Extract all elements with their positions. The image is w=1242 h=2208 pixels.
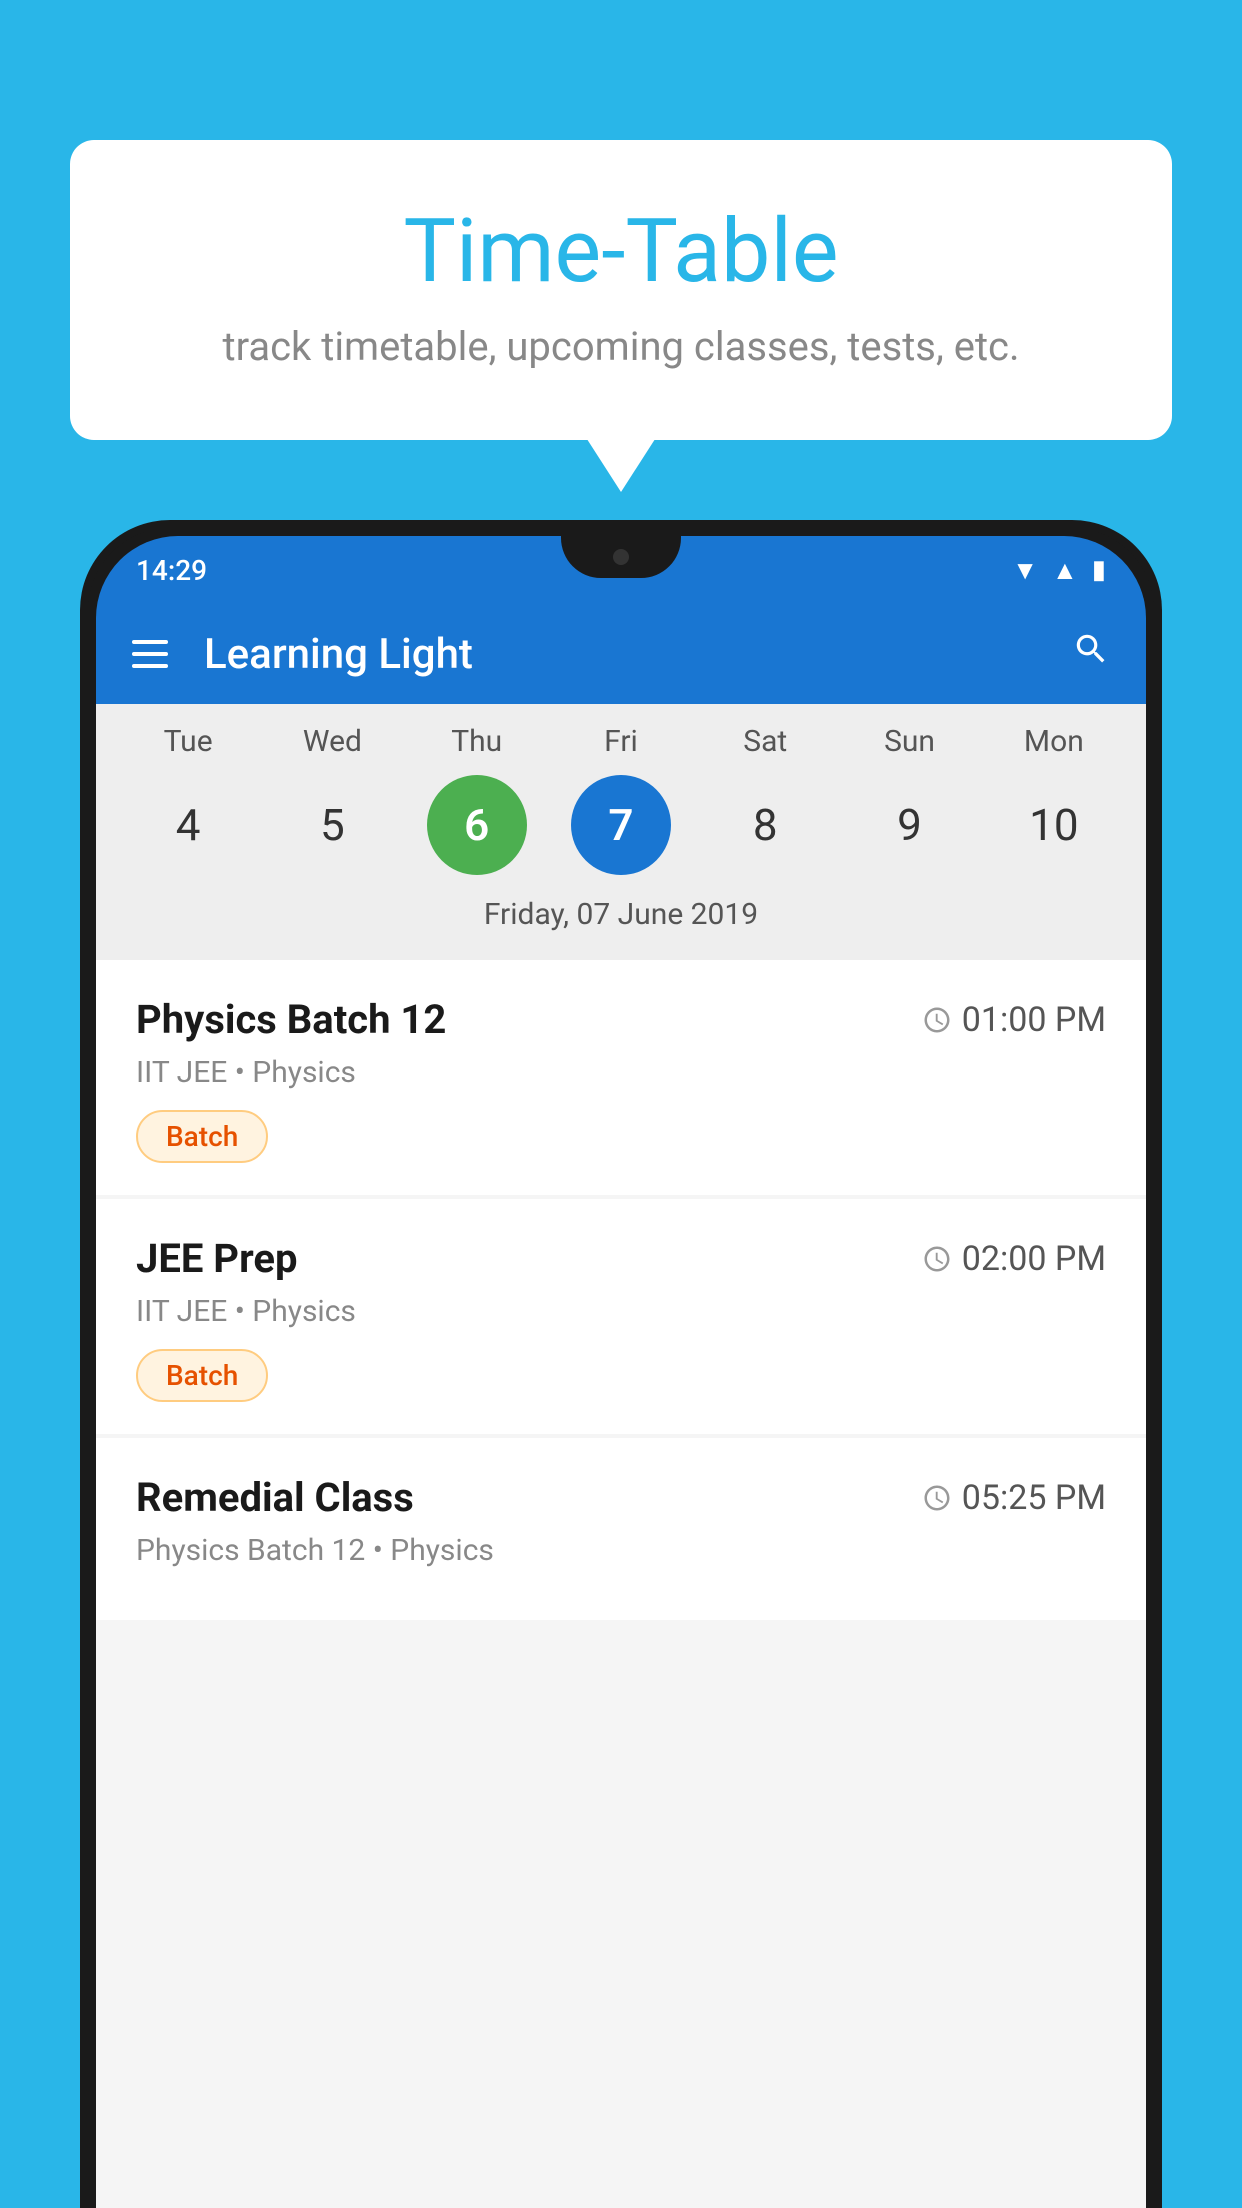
day-name-mon: Mon: [1004, 724, 1104, 759]
hamburger-line-3: [132, 664, 168, 668]
day-name-sun: Sun: [860, 724, 960, 759]
bubble-title: Time-Table: [150, 200, 1092, 303]
schedule-item-header-1: JEE Prep 02:00 PM: [136, 1235, 1106, 1282]
signal-icon: ▲: [1052, 555, 1078, 586]
day-name-tue: Tue: [138, 724, 238, 759]
day-names-row: Tue Wed Thu Fri Sat Sun Mon: [96, 724, 1146, 759]
schedule-item-header-0: Physics Batch 12 01:00 PM: [136, 996, 1106, 1043]
schedule-time-0: 01:00 PM: [922, 1000, 1106, 1040]
day-number-10[interactable]: 10: [1004, 775, 1104, 875]
schedule-item-0[interactable]: Physics Batch 12 01:00 PM IIT JEE • Physic…: [96, 960, 1146, 1195]
schedule-item-2[interactable]: Remedial Class 05:25 PM Physics Batch 12 •…: [96, 1438, 1146, 1620]
status-icons: ▼ ▲ ▮: [1012, 555, 1106, 586]
phone-inner: 14:29 ▼ ▲ ▮ Learning Light: [88, 528, 1154, 2208]
day-name-fri: Fri: [571, 724, 671, 759]
schedule-time-2: 05:25 PM: [922, 1478, 1106, 1518]
schedule-item-header-2: Remedial Class 05:25 PM: [136, 1474, 1106, 1521]
hamburger-line-2: [132, 652, 168, 656]
batch-badge-1: Batch: [136, 1349, 268, 1402]
selected-date-label: Friday, 07 June 2019: [96, 883, 1146, 950]
status-time: 14:29: [136, 554, 207, 587]
battery-icon: ▮: [1092, 555, 1106, 585]
notch: [561, 536, 681, 578]
schedule-title-2: Remedial Class: [136, 1474, 414, 1521]
hamburger-menu-button[interactable]: [132, 640, 168, 668]
schedule-list: Physics Batch 12 01:00 PM IIT JEE • Physic…: [96, 960, 1146, 2208]
bubble-subtitle: track timetable, upcoming classes, tests…: [150, 323, 1092, 370]
hamburger-line-1: [132, 640, 168, 644]
schedule-title-1: JEE Prep: [136, 1235, 297, 1282]
day-name-wed: Wed: [282, 724, 382, 759]
status-bar: 14:29 ▼ ▲ ▮: [96, 536, 1146, 604]
phone-frame: 14:29 ▼ ▲ ▮ Learning Light: [80, 520, 1162, 2208]
schedule-time-1: 02:00 PM: [922, 1239, 1106, 1279]
calendar-header: Tue Wed Thu Fri Sat Sun Mon 456789 10 Friday, 0…: [96, 704, 1146, 960]
search-button[interactable]: [1072, 630, 1110, 679]
camera-dot: [613, 549, 629, 565]
schedule-title-0: Physics Batch 12: [136, 996, 446, 1043]
day-number-7[interactable]: 7: [571, 775, 671, 875]
schedule-subtitle-2: Physics Batch 12 • Physics: [136, 1533, 1106, 1568]
day-name-sat: Sat: [715, 724, 815, 759]
schedule-subtitle-0: IIT JEE • Physics: [136, 1055, 1106, 1090]
day-number-5[interactable]: 5: [282, 775, 382, 875]
day-name-thu: Thu: [427, 724, 527, 759]
day-numbers-row: 456789 10: [96, 759, 1146, 883]
schedule-item-1[interactable]: JEE Prep 02:00 PM IIT JEE • Physics Batch: [96, 1199, 1146, 1434]
speech-bubble: Time-Table track timetable, upcoming cla…: [70, 140, 1172, 440]
phone-screen: 14:29 ▼ ▲ ▮ Learning Light: [96, 536, 1146, 2208]
wifi-icon: ▼: [1012, 555, 1038, 586]
day-number-6[interactable]: 6: [427, 775, 527, 875]
app-title: Learning Light: [204, 630, 1072, 679]
day-number-4[interactable]: 4: [138, 775, 238, 875]
app-bar: Learning Light: [96, 604, 1146, 704]
schedule-subtitle-1: IIT JEE • Physics: [136, 1294, 1106, 1329]
day-number-8[interactable]: 8: [715, 775, 815, 875]
batch-badge-0: Batch: [136, 1110, 268, 1163]
day-number-9[interactable]: 9: [860, 775, 960, 875]
speech-bubble-container: Time-Table track timetable, upcoming cla…: [70, 140, 1172, 440]
